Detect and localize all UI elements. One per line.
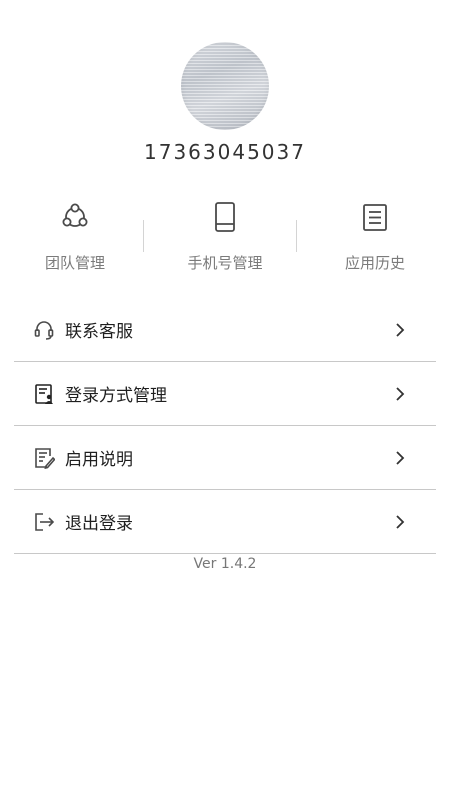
quick-action-app-history[interactable]: 应用历史 [300, 196, 450, 276]
menu-item-label: 登录方式管理 [65, 386, 167, 406]
document-icon [363, 204, 387, 231]
menu-item-login-method-management[interactable]: 登录方式管理 [14, 362, 436, 426]
chevron-right-icon [396, 322, 405, 337]
quick-action-label: 应用历史 [344, 254, 405, 272]
user-phone-number: 17363045037 [144, 140, 306, 164]
chevron-right-icon [396, 450, 405, 465]
chevron-right-icon [396, 514, 405, 529]
settings-menu: 联系客服 登录方式管理 启用说明 退出登录 [14, 298, 436, 554]
chevron-right-icon [396, 386, 405, 401]
quick-action-phone-management[interactable]: 手机号管理 [150, 196, 300, 276]
logout-icon [35, 512, 55, 531]
quick-action-label: 手机号管理 [187, 254, 263, 272]
menu-item-label: 联系客服 [65, 322, 133, 342]
menu-item-usage-instructions[interactable]: 启用说明 [14, 426, 436, 490]
quick-action-label: 团队管理 [44, 254, 105, 272]
menu-item-logout[interactable]: 退出登录 [14, 490, 436, 554]
menu-item-label: 退出登录 [65, 514, 133, 534]
menu-item-contact-support[interactable]: 联系客服 [14, 298, 436, 362]
quick-action-team-management[interactable]: 团队管理 [0, 196, 150, 276]
quick-action-divider [296, 220, 297, 252]
profile-page: 17363045037 团队管理 手机号管理 应用历史 联系客服 登录方式管理 … [0, 0, 450, 800]
headset-icon [34, 320, 54, 340]
edit-doc-icon [35, 447, 55, 469]
team-icon [62, 203, 88, 227]
phone-icon [215, 202, 235, 232]
login-doc-user-icon [35, 383, 53, 404]
quick-actions: 团队管理 手机号管理 应用历史 [0, 196, 450, 276]
avatar[interactable] [181, 42, 269, 130]
app-version: Ver 1.4.2 [193, 556, 257, 572]
menu-item-label: 启用说明 [65, 450, 133, 470]
quick-action-divider [143, 220, 144, 252]
